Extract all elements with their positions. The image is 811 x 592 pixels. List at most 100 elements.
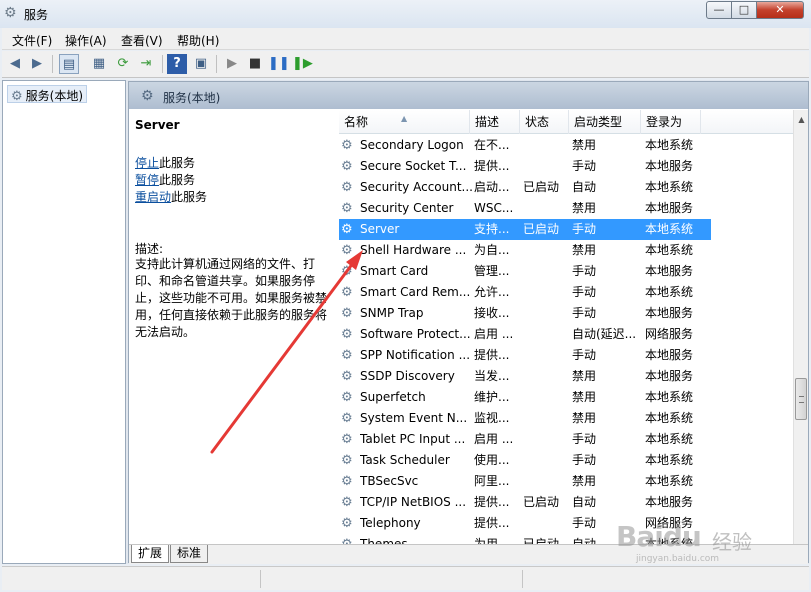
menu-action[interactable]: 操作(A) (65, 32, 107, 49)
service-logon-cell: 本地系统 (645, 474, 694, 488)
service-row[interactable]: ⚙ Superfetch 维护... 禁用 本地系统 (339, 387, 711, 408)
tab-extended[interactable]: 扩展 (131, 545, 170, 563)
restart-icon[interactable]: ❚▶ (292, 54, 313, 74)
view-tabs: 扩展 标准 (129, 544, 808, 564)
service-name-cell: System Event N... (360, 411, 468, 425)
service-status-cell: 已启动 (523, 222, 560, 236)
arrow-left-icon[interactable]: ◀ (5, 54, 25, 74)
pane-header: ⚙ 服务(本地) (129, 82, 808, 109)
column-header-desc[interactable]: 描述 (470, 110, 520, 134)
service-startup-cell: 自动 (572, 495, 597, 509)
service-row[interactable]: ⚙ Task Scheduler 使用... 手动 本地系统 (339, 450, 711, 471)
tab-standard[interactable]: 标准 (170, 545, 209, 563)
column-header-status[interactable]: 状态 (520, 110, 569, 134)
service-row[interactable]: ⚙ System Event N... 监视... 禁用 本地系统 (339, 408, 711, 429)
scroll-up-icon[interactable]: ▲ (794, 112, 809, 127)
service-logon-cell: 本地服务 (645, 201, 694, 215)
scroll-thumb[interactable] (795, 378, 807, 420)
service-row[interactable]: ⚙ SNMP Trap 接收... 手动 本地服务 (339, 303, 711, 324)
service-row[interactable]: ⚙ Security Center WSC... 禁用 本地服务 (339, 198, 711, 219)
service-name-cell: Tablet PC Input ... (360, 432, 466, 446)
pause-icon[interactable]: ❚❚ (268, 54, 290, 74)
service-row[interactable]: ⚙ Tablet PC Input ... 启用 ... 手动 本地系统 (339, 429, 711, 450)
maximize-button[interactable]: □ (731, 1, 757, 19)
main-content: ⚙ 服务(本地) ⚙ 服务(本地) Server 停止此服务 暂停此服务 重启动此… (2, 80, 809, 564)
service-row[interactable]: ⚙ Smart Card Rem... 允许... 手动 本地系统 (339, 282, 711, 303)
column-name-label: 名称 (344, 115, 369, 129)
service-startup-cell: 手动 (572, 306, 597, 320)
column-header-startup[interactable]: 启动类型 (569, 110, 641, 134)
service-name-cell: Themes (360, 537, 408, 544)
service-gear-icon: ⚙ (341, 453, 353, 468)
close-button[interactable]: ✕ (756, 1, 804, 19)
column-header-name[interactable]: 名称 ▲ (339, 110, 470, 134)
service-desc-cell: 管理... (474, 264, 510, 278)
restart-link[interactable]: 重启动 (135, 190, 171, 204)
service-desc-cell: 启动... (474, 180, 510, 194)
service-row[interactable]: ⚙ Server 支持... 已启动 手动 本地系统 (339, 219, 711, 240)
service-row[interactable]: ⚙ Security Account... 启动... 已启动 自动 本地系统 (339, 177, 711, 198)
stop-service-action: 停止此服务 (135, 154, 195, 171)
status-bar (2, 566, 809, 590)
service-row[interactable]: ⚙ Shell Hardware ... 为自... 禁用 本地系统 (339, 240, 711, 261)
service-desc-cell: 使用... (474, 453, 510, 467)
play-icon[interactable]: ▶ (222, 54, 242, 74)
service-name-cell: Superfetch (360, 390, 426, 404)
service-row[interactable]: ⚙ TBSecSvc 阿里... 禁用 本地系统 (339, 471, 711, 492)
service-logon-cell: 本地系统 (645, 180, 694, 194)
service-name-cell: Smart Card Rem... (360, 285, 471, 299)
service-gear-icon: ⚙ (341, 348, 353, 363)
pause-link[interactable]: 暂停 (135, 173, 159, 187)
service-status-cell: 已启动 (523, 180, 560, 194)
service-gear-icon: ⚙ (341, 495, 353, 510)
window-title: 服务 (24, 8, 49, 22)
service-desc-cell: 监视... (474, 411, 510, 425)
service-startup-cell: 禁用 (572, 474, 597, 488)
menu-file[interactable]: 文件(F) (12, 32, 52, 49)
view-icon[interactable]: ▣ (191, 54, 211, 74)
vertical-scrollbar[interactable]: ▲ (793, 110, 808, 544)
service-row[interactable]: ⚙ Secure Socket T... 提供... 手动 本地服务 (339, 156, 711, 177)
service-gear-icon: ⚙ (341, 201, 353, 216)
description-text: 支持此计算机通过网络的文件、打印、和命名管道共享。如果服务停止，这些功能不可用。… (135, 257, 328, 339)
menu-help[interactable]: 帮助(H) (177, 32, 219, 49)
service-row[interactable]: ⚙ Secondary Logon 在不... 禁用 本地系统 (339, 135, 711, 156)
service-row[interactable]: ⚙ Software Protect... 启用 ... 自动(延迟... 网络服务 (339, 324, 711, 345)
export-list-icon[interactable]: ⇥ (136, 54, 156, 74)
service-row[interactable]: ⚙Themes 为用... 已启动 自动 本地系统 (339, 534, 711, 544)
service-logon-cell: 本地服务 (645, 495, 694, 509)
service-logon-cell: 本地系统 (645, 138, 694, 152)
service-row[interactable]: ⚙ SSDP Discovery 当发... 禁用 本地服务 (339, 366, 711, 387)
menu-view[interactable]: 查看(V) (121, 32, 163, 49)
properties-icon[interactable]: ▦ (89, 54, 109, 74)
tree-item-services-local[interactable]: ⚙ 服务(本地) (7, 85, 88, 104)
service-name-cell: Shell Hardware ... (360, 243, 467, 257)
pause-service-action: 暂停此服务 (135, 171, 195, 188)
service-gear-icon: ⚙ (341, 327, 353, 342)
refresh-icon[interactable]: ⟳ (113, 54, 133, 74)
console-tree-icon[interactable]: ▤ (59, 54, 79, 74)
service-name-cell: Secondary Logon (360, 138, 464, 152)
service-desc-cell: 提供... (474, 348, 510, 362)
service-row[interactable]: ⚙ TCP/IP NetBIOS ... 提供... 已启动 自动 本地服务 (339, 492, 711, 513)
stop-icon[interactable]: ■ (245, 54, 265, 74)
stop-link-suffix: 此服务 (159, 156, 196, 170)
service-row[interactable]: ⚙ Smart Card 管理... 手动 本地服务 (339, 261, 711, 282)
pane-title: 服务(本地) (163, 91, 221, 105)
grip-icon (799, 396, 804, 403)
column-header-logon[interactable]: 登录为 (641, 110, 701, 134)
help-icon[interactable]: ? (167, 54, 187, 74)
service-row[interactable]: ⚙ SPP Notification ... 提供... 手动 本地服务 (339, 345, 711, 366)
service-gear-icon: ⚙ (341, 243, 353, 258)
service-desc-cell: 提供... (474, 516, 510, 530)
service-startup-cell: 禁用 (572, 243, 597, 257)
service-startup-cell: 自动 (572, 537, 597, 544)
title-bar[interactable]: ⚙ 服务 — □ ✕ (0, 0, 811, 28)
service-name-cell: SNMP Trap (360, 306, 424, 320)
service-row[interactable]: ⚙ Telephony 提供... 手动 网络服务 (339, 513, 711, 534)
service-startup-cell: 手动 (572, 222, 597, 236)
minimize-button[interactable]: — (706, 1, 732, 19)
stop-link[interactable]: 停止 (135, 156, 159, 170)
service-logon-cell: 本地系统 (645, 411, 694, 425)
arrow-right-icon[interactable]: ▶ (27, 54, 47, 74)
